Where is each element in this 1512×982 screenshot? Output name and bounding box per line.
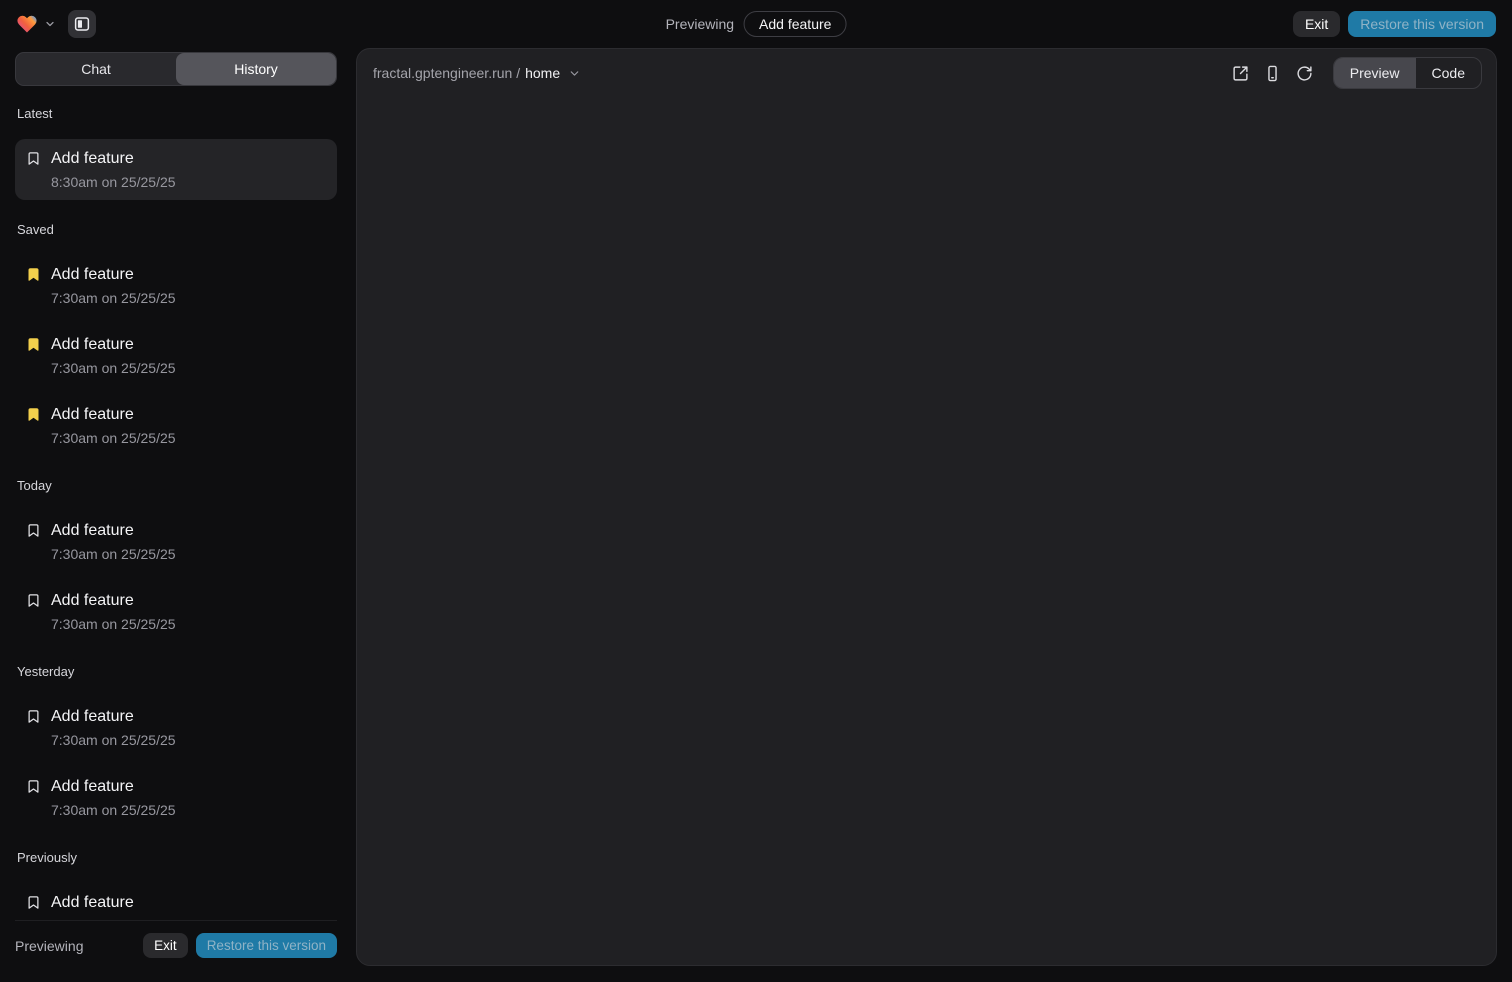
preview-url-prefix: fractal.gptengineer.run /	[373, 65, 520, 81]
sidebar-toggle-button[interactable]	[68, 10, 96, 38]
external-link-icon[interactable]	[1227, 59, 1255, 87]
history-item-timestamp: 8:30am on 25/25/25	[51, 174, 176, 190]
history-section-title: Saved	[17, 222, 335, 237]
history-list: Latest Add feature 8:30am on 25/25/25 Sa…	[15, 86, 337, 920]
history-item-title: Add feature	[51, 893, 176, 913]
history-item-title: Add feature	[51, 405, 176, 425]
history-section: Previously Add feature 7:30am on 25/25/2…	[15, 850, 337, 920]
history-section-title: Latest	[17, 106, 335, 121]
history-section-title: Today	[17, 478, 335, 493]
history-item[interactable]: Add feature 8:30am on 25/25/25	[15, 139, 337, 200]
bookmark-filled-icon	[26, 337, 41, 352]
history-section: Yesterday Add feature 7:30am on 25/25/25…	[15, 664, 337, 828]
footer-exit-button[interactable]: Exit	[143, 933, 188, 958]
preview-pane: fractal.gptengineer.run / home	[356, 48, 1497, 966]
bookmark-filled-icon	[26, 407, 41, 422]
history-item[interactable]: Add feature 7:30am on 25/25/25	[15, 325, 337, 386]
bookmark-icon	[26, 709, 41, 724]
toggle-code[interactable]: Code	[1416, 58, 1481, 88]
history-item[interactable]: Add feature 7:30am on 25/25/25	[15, 581, 337, 642]
history-section-title: Previously	[17, 850, 335, 865]
topbar-center: Previewing Add feature	[666, 0, 847, 48]
history-item-timestamp: 7:30am on 25/25/25	[51, 290, 176, 306]
toggle-preview[interactable]: Preview	[1334, 58, 1416, 88]
chevron-down-icon	[568, 67, 581, 80]
history-section: Latest Add feature 8:30am on 25/25/25	[15, 106, 337, 200]
bookmark-filled-icon	[26, 267, 41, 282]
topbar-left	[16, 10, 96, 38]
sidebar: ChatHistory Latest Add feature 8:30am on…	[15, 48, 337, 966]
preview-code-toggle: PreviewCode	[1333, 57, 1482, 89]
bookmark-icon	[26, 523, 41, 538]
history-item-timestamp: 7:30am on 25/25/25	[51, 430, 176, 446]
content-area: ChatHistory Latest Add feature 8:30am on…	[0, 48, 1512, 982]
history-item-title: Add feature	[51, 707, 176, 727]
history-item-timestamp: 7:30am on 25/25/25	[51, 732, 176, 748]
preview-url-page: home	[525, 65, 560, 81]
preview-pane-body	[357, 97, 1496, 965]
history-item[interactable]: Add feature 7:30am on 25/25/25	[15, 395, 337, 456]
history-item-timestamp: 7:30am on 25/25/25	[51, 802, 176, 818]
history-item-title: Add feature	[51, 149, 176, 169]
history-item-title: Add feature	[51, 521, 176, 541]
topbar-right: Exit Restore this version	[1293, 11, 1496, 37]
history-item-title: Add feature	[51, 591, 176, 611]
version-pill[interactable]: Add feature	[744, 11, 846, 37]
history-item[interactable]: Add feature 7:30am on 25/25/25	[15, 697, 337, 758]
previewing-label: Previewing	[666, 16, 734, 32]
tab-history[interactable]: History	[176, 53, 336, 85]
preview-url-selector[interactable]: fractal.gptengineer.run / home	[373, 65, 581, 81]
bookmark-icon	[26, 593, 41, 608]
refresh-icon[interactable]	[1291, 59, 1319, 87]
tab-chat[interactable]: Chat	[16, 53, 176, 85]
history-section-title: Yesterday	[17, 664, 335, 679]
history-section: Saved Add feature 7:30am on 25/25/25 Add…	[15, 222, 337, 456]
preview-actions: PreviewCode	[1227, 57, 1482, 89]
smartphone-icon[interactable]	[1259, 59, 1287, 87]
bookmark-icon	[26, 895, 41, 910]
app-root: Previewing Add feature Exit Restore this…	[0, 0, 1512, 982]
history-section: Today Add feature 7:30am on 25/25/25 Add…	[15, 478, 337, 642]
chevron-down-icon[interactable]	[44, 18, 56, 30]
history-item[interactable]: Add feature 7:30am on 25/25/25	[15, 511, 337, 572]
top-bar: Previewing Add feature Exit Restore this…	[0, 0, 1512, 48]
bookmark-icon	[26, 779, 41, 794]
sidebar-footer: Previewing Exit Restore this version	[15, 920, 337, 966]
history-item-title: Add feature	[51, 777, 176, 797]
sidebar-tab-switcher: ChatHistory	[15, 52, 337, 86]
history-item[interactable]: Add feature 7:30am on 25/25/25	[15, 767, 337, 828]
restore-version-button[interactable]: Restore this version	[1348, 11, 1496, 37]
history-item-timestamp: 7:30am on 25/25/25	[51, 616, 176, 632]
history-item[interactable]: Add feature 7:30am on 25/25/25	[15, 255, 337, 316]
lovable-logo-icon[interactable]	[16, 13, 38, 35]
preview-pane-header: fractal.gptengineer.run / home	[357, 49, 1496, 97]
history-item-title: Add feature	[51, 335, 176, 355]
history-item-timestamp: 7:30am on 25/25/25	[51, 546, 176, 562]
exit-button[interactable]: Exit	[1293, 11, 1340, 37]
history-item-title: Add feature	[51, 265, 176, 285]
footer-previewing-label: Previewing	[15, 938, 83, 954]
bookmark-icon	[26, 151, 41, 166]
history-item-timestamp: 7:30am on 25/25/25	[51, 360, 176, 376]
footer-restore-version-button[interactable]: Restore this version	[196, 933, 337, 958]
history-item[interactable]: Add feature 7:30am on 25/25/25	[15, 883, 337, 920]
